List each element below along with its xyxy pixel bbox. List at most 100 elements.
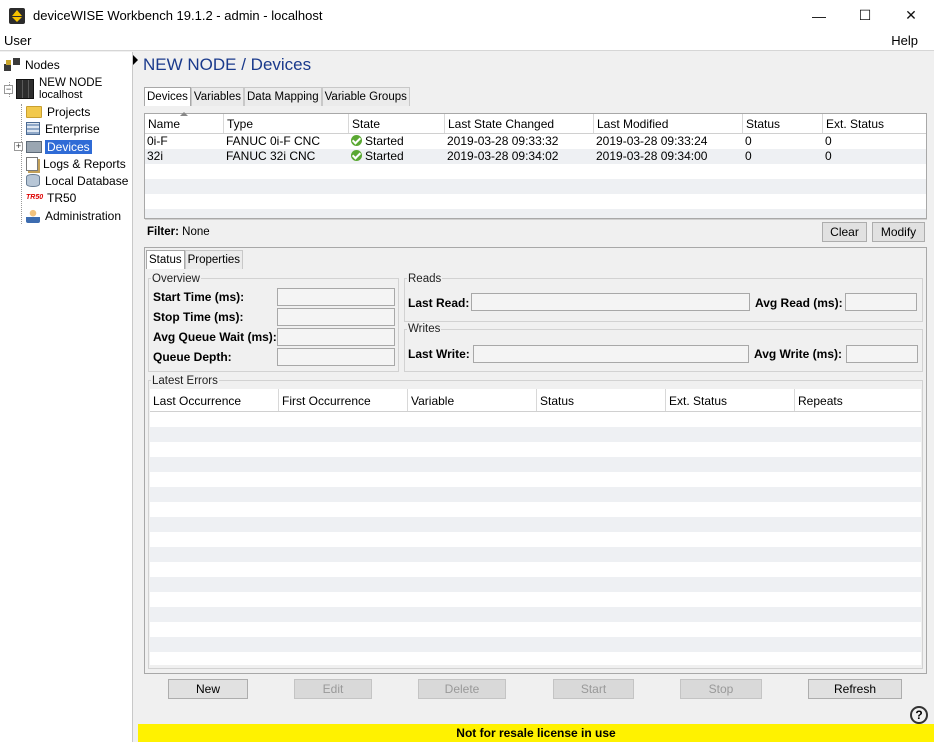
tab-devices[interactable]: Devices bbox=[144, 87, 191, 106]
avg-queue-wait-field bbox=[277, 328, 395, 346]
started-check-icon bbox=[351, 150, 362, 161]
delete-button[interactable]: Delete bbox=[418, 679, 506, 699]
column-header-first-occurrence[interactable]: First Occurrence bbox=[279, 389, 408, 411]
state-label: Started bbox=[365, 134, 404, 148]
filter-label: Filter: bbox=[147, 226, 179, 238]
column-header-state[interactable]: State bbox=[349, 114, 445, 133]
cell-name: 32i bbox=[147, 149, 164, 163]
column-header-last-state-changed[interactable]: Last State Changed bbox=[445, 114, 594, 133]
logs-icon bbox=[26, 156, 38, 171]
tree-root-nodes[interactable]: Nodes bbox=[4, 56, 62, 73]
edit-button[interactable]: Edit bbox=[294, 679, 372, 699]
detail-tabbar: Status Properties bbox=[146, 250, 244, 269]
queue-depth-label: Queue Depth: bbox=[153, 350, 232, 364]
cell-status: 0 bbox=[745, 134, 752, 148]
clear-filter-button[interactable]: Clear bbox=[822, 222, 867, 242]
folder-icon bbox=[26, 105, 42, 118]
column-header-repeats[interactable]: Repeats bbox=[795, 389, 921, 411]
table-row[interactable]: 32i FANUC 32i CNC Started 2019-03-28 09:… bbox=[145, 149, 926, 164]
license-status-bar: Not for resale license in use bbox=[138, 724, 934, 742]
expand-icon[interactable]: + bbox=[14, 142, 23, 151]
filter-status: Filter: None bbox=[147, 226, 210, 238]
help-icon[interactable]: ? bbox=[910, 706, 928, 724]
tab-data-mapping[interactable]: Data Mapping bbox=[244, 87, 322, 106]
sidebar-item-devices[interactable]: + Devices bbox=[14, 138, 92, 155]
menu-help[interactable]: Help bbox=[891, 33, 918, 48]
sidebar-item-label: Projects bbox=[47, 104, 91, 119]
tab-properties[interactable]: Properties bbox=[184, 250, 244, 269]
avg-read-label: Avg Read (ms): bbox=[755, 296, 843, 310]
sidebar-item-label: Logs & Reports bbox=[43, 156, 126, 171]
last-read-field bbox=[471, 293, 750, 311]
window-title: deviceWISE Workbench 19.1.2 - admin - lo… bbox=[33, 8, 323, 23]
column-header-last-occurrence[interactable]: Last Occurrence bbox=[150, 389, 279, 411]
collapse-panel-arrow-icon[interactable] bbox=[133, 55, 138, 65]
tree-root-label: Nodes bbox=[25, 57, 60, 72]
menu-user[interactable]: User bbox=[4, 33, 31, 48]
cell-state: Started bbox=[349, 134, 445, 149]
state-label: Started bbox=[365, 149, 404, 163]
avg-queue-wait-label: Avg Queue Wait (ms): bbox=[153, 330, 277, 344]
start-time-field bbox=[277, 288, 395, 306]
table-row[interactable]: 0i-F FANUC 0i-F CNC Started 2019-03-28 0… bbox=[145, 134, 926, 149]
column-header-status[interactable]: Status bbox=[537, 389, 666, 411]
sidebar-item-projects[interactable]: Projects bbox=[26, 103, 92, 120]
avg-write-label: Avg Write (ms): bbox=[754, 347, 843, 361]
errors-table-header: Last Occurrence First Occurrence Variabl… bbox=[150, 389, 921, 412]
sidebar-item-label: Administration bbox=[45, 208, 122, 223]
node-name: NEW NODE bbox=[39, 77, 103, 89]
sidebar-item-administration[interactable]: Administration bbox=[26, 207, 123, 224]
column-header-status[interactable]: Status bbox=[743, 114, 823, 133]
cell-type: FANUC 0i-F CNC bbox=[226, 134, 321, 148]
empty-row bbox=[145, 164, 926, 179]
minimize-button[interactable]: — bbox=[796, 0, 842, 31]
column-header-ext-status[interactable]: Ext. Status bbox=[666, 389, 795, 411]
start-button[interactable]: Start bbox=[553, 679, 634, 699]
cell-state: Started bbox=[349, 149, 445, 164]
tab-variable-groups[interactable]: Variable Groups bbox=[321, 87, 410, 106]
collapse-icon[interactable]: − bbox=[4, 84, 13, 94]
devices-table: Name Type State Last State Changed Last … bbox=[144, 113, 927, 219]
cell-ext-status: 0 bbox=[825, 134, 832, 148]
overview-title: Overview bbox=[151, 273, 201, 285]
stop-time-label: Stop Time (ms): bbox=[153, 310, 244, 324]
devices-tabbar: Devices Variables Data Mapping Variable … bbox=[144, 87, 410, 106]
column-header-ext-status[interactable]: Ext. Status bbox=[823, 114, 926, 133]
cell-status: 0 bbox=[745, 149, 752, 163]
writes-title: Writes bbox=[407, 323, 442, 335]
tab-variables[interactable]: Variables bbox=[190, 87, 244, 106]
maximize-button[interactable]: ☐ bbox=[842, 0, 888, 31]
last-write-label: Last Write: bbox=[408, 347, 470, 361]
tab-status[interactable]: Status bbox=[146, 250, 185, 269]
close-button[interactable]: ✕ bbox=[888, 0, 934, 31]
node-host: localhost bbox=[39, 89, 83, 101]
filter-value: None bbox=[182, 226, 210, 238]
cell-name: 0i-F bbox=[147, 134, 168, 148]
app-logo-icon bbox=[9, 7, 25, 24]
stop-time-field bbox=[277, 308, 395, 326]
column-header-variable[interactable]: Variable bbox=[408, 389, 537, 411]
avg-write-field bbox=[846, 345, 918, 363]
start-time-label: Start Time (ms): bbox=[153, 290, 245, 304]
modify-filter-button[interactable]: Modify bbox=[872, 222, 925, 242]
new-button[interactable]: New bbox=[168, 679, 248, 699]
sidebar-item-label: Enterprise bbox=[45, 121, 100, 136]
sidebar-item-local-database[interactable]: Local Database bbox=[26, 172, 130, 189]
refresh-button[interactable]: Refresh bbox=[808, 679, 902, 699]
cell-last-modified: 2019-03-28 09:34:00 bbox=[596, 149, 708, 163]
avg-read-field bbox=[845, 293, 917, 311]
tree-node-new-node[interactable]: − NEW NODE localhost bbox=[4, 77, 104, 101]
sidebar-item-enterprise[interactable]: Enterprise bbox=[26, 120, 102, 137]
cell-last-state-changed: 2019-03-28 09:34:02 bbox=[447, 149, 559, 163]
empty-row bbox=[145, 209, 926, 218]
sidebar-item-tr50[interactable]: TR50 TR50 bbox=[26, 189, 78, 206]
started-check-icon bbox=[351, 135, 362, 146]
tr50-icon: TR50 bbox=[26, 193, 44, 201]
column-header-name[interactable]: Name bbox=[145, 114, 224, 133]
last-write-field bbox=[473, 345, 749, 363]
sidebar-item-logs-reports[interactable]: Logs & Reports bbox=[26, 155, 128, 172]
page-title: NEW NODE / Devices bbox=[143, 55, 312, 74]
stop-button[interactable]: Stop bbox=[680, 679, 762, 699]
column-header-type[interactable]: Type bbox=[224, 114, 349, 133]
column-header-last-modified[interactable]: Last Modified bbox=[594, 114, 743, 133]
